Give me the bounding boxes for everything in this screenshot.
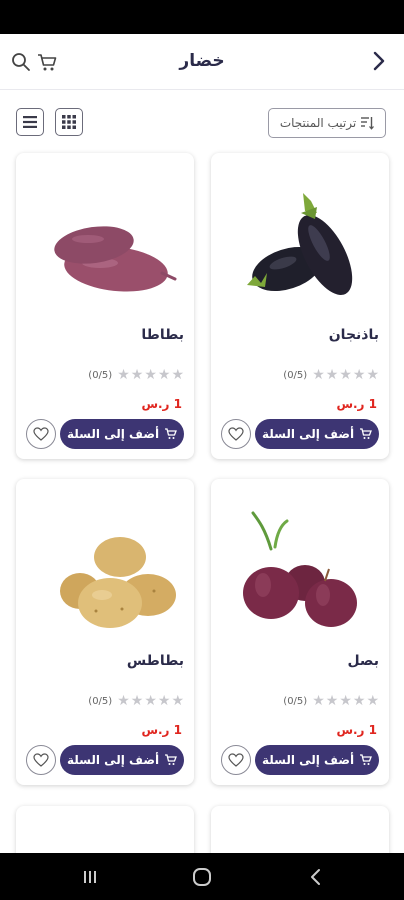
cart-icon [165, 428, 178, 439]
red-onion-image [243, 511, 357, 627]
rating-count: (0/5) [88, 369, 113, 381]
product-rating: ★ ★ ★ ★ ★ (0/5) [283, 694, 379, 708]
cart-icon [360, 754, 373, 765]
toolbar: ترتيب المنتجات [0, 108, 404, 140]
heart-icon [33, 427, 49, 441]
add-to-cart-button[interactable]: أضف إلى السلة [60, 419, 184, 449]
list-view-icon [23, 116, 37, 128]
star-icon: ★ [366, 367, 379, 383]
star-icon: ★ [339, 367, 352, 383]
product-price: 1 ر.س [336, 723, 377, 737]
product-rating: ★ ★ ★ ★ ★ (0/5) [88, 368, 184, 382]
star-icon: ★ [171, 367, 184, 383]
product-price: 1 ر.س [141, 723, 182, 737]
sort-label: ترتيب المنتجات [279, 116, 357, 130]
status-bar [0, 0, 404, 34]
page-title: خضار [179, 51, 225, 71]
favorite-button[interactable] [221, 419, 251, 449]
heart-icon [228, 753, 244, 767]
product-name: بصل [347, 653, 379, 669]
back-icon[interactable] [305, 866, 327, 888]
star-icon: ★ [117, 367, 130, 383]
product-price: 1 ر.س [141, 397, 182, 411]
eggplant-image [247, 193, 353, 295]
star-icon: ★ [144, 693, 157, 709]
star-icon: ★ [171, 693, 184, 709]
recent-apps-icon[interactable] [79, 866, 101, 888]
product-image [30, 173, 180, 313]
sweet-potato-image [54, 226, 177, 292]
favorite-button[interactable] [26, 419, 56, 449]
rating-count: (0/5) [283, 695, 308, 707]
product-name: بطاطا [141, 327, 184, 343]
add-to-cart-label: أضف إلى السلة [261, 427, 355, 441]
product-card[interactable]: بصل ★ ★ ★ ★ ★ (0/5) 1 ر.س أضف إلى السلة [211, 479, 389, 785]
product-name: باذنجان [328, 327, 379, 343]
app-header: خضار [0, 34, 404, 90]
product-rating: ★ ★ ★ ★ ★ (0/5) [283, 368, 379, 382]
heart-icon [228, 427, 244, 441]
add-to-cart-button[interactable]: أضف إلى السلة [255, 419, 379, 449]
grid-view-button[interactable] [55, 108, 83, 136]
add-to-cart-label: أضف إلى السلة [66, 427, 160, 441]
product-image [30, 499, 180, 639]
star-icon: ★ [325, 693, 339, 709]
star-icon: ★ [352, 693, 366, 709]
add-to-cart-label: أضف إلى السلة [66, 753, 160, 767]
add-to-cart-button[interactable]: أضف إلى السلة [255, 745, 379, 775]
star-icon: ★ [325, 367, 339, 383]
potato-image [60, 537, 176, 628]
grid-view-icon [62, 115, 76, 129]
cart-icon [165, 754, 178, 765]
product-name: بطاطس [126, 653, 184, 669]
star-icon: ★ [339, 693, 352, 709]
product-price: 1 ر.س [336, 397, 377, 411]
product-card[interactable]: باذنجان ★ ★ ★ ★ ★ (0/5) 1 ر.س أضف إلى السلة [211, 153, 389, 459]
star-icon: ★ [144, 367, 157, 383]
star-icon: ★ [157, 367, 171, 383]
product-rating: ★ ★ ★ ★ ★ (0/5) [88, 694, 184, 708]
add-to-cart-button[interactable]: أضف إلى السلة [60, 745, 184, 775]
product-card[interactable]: بطاطس ★ ★ ★ ★ ★ (0/5) 1 ر.س أضف إلى السلة [16, 479, 194, 785]
list-view-button[interactable] [16, 108, 44, 136]
favorite-button[interactable] [221, 745, 251, 775]
cart-icon [360, 428, 373, 439]
star-icon: ★ [366, 693, 379, 709]
star-icon: ★ [312, 367, 325, 383]
heart-icon [33, 753, 49, 767]
sort-products-button[interactable]: ترتيب المنتجات [268, 108, 386, 138]
rating-count: (0/5) [88, 695, 113, 707]
rating-count: (0/5) [283, 369, 308, 381]
product-image [225, 173, 375, 313]
sort-icon [361, 117, 375, 130]
star-icon: ★ [130, 367, 144, 383]
star-icon: ★ [312, 693, 325, 709]
star-icon: ★ [117, 693, 130, 709]
product-image [225, 499, 375, 639]
product-card[interactable]: بطاطا ★ ★ ★ ★ ★ (0/5) 1 ر.س أضف إلى السلة [16, 153, 194, 459]
add-to-cart-label: أضف إلى السلة [261, 753, 355, 767]
chevron-right-icon[interactable] [368, 50, 390, 72]
star-icon: ★ [352, 367, 366, 383]
star-icon: ★ [130, 693, 144, 709]
star-icon: ★ [157, 693, 171, 709]
favorite-button[interactable] [26, 745, 56, 775]
home-icon[interactable] [191, 866, 213, 888]
system-nav-bar [0, 853, 404, 900]
